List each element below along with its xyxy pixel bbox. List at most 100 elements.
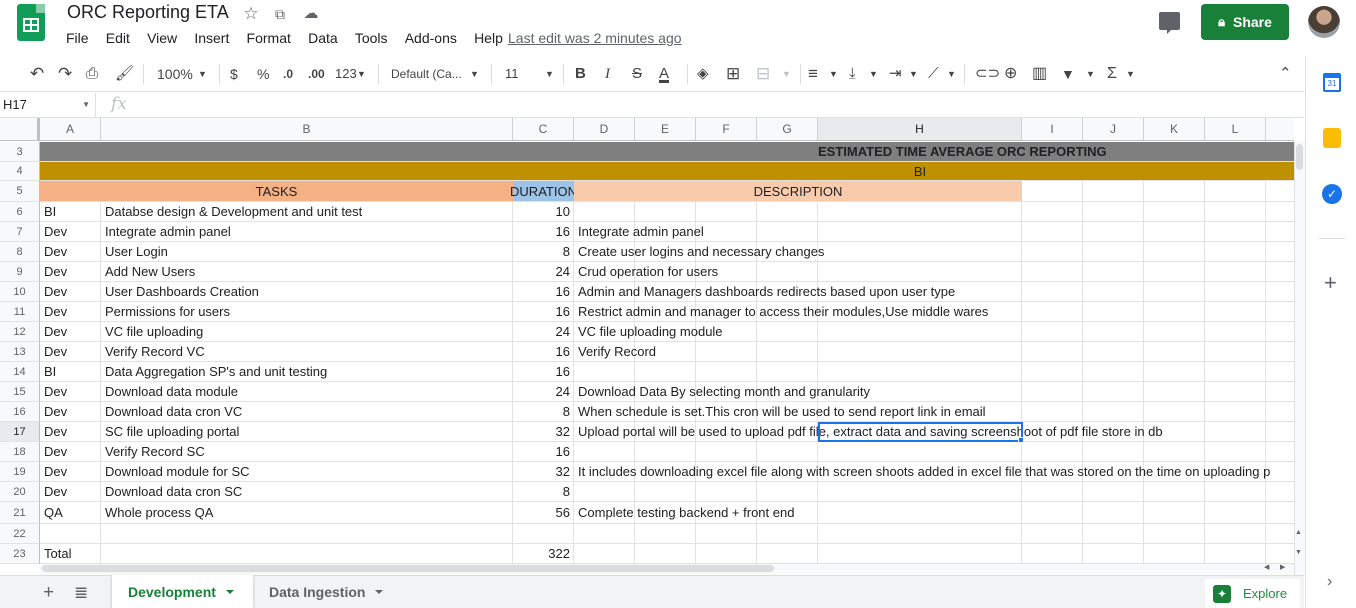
column-header-g[interactable]: G — [757, 118, 818, 140]
vertical-scroll-thumb[interactable] — [1296, 144, 1303, 170]
cell-duration[interactable]: 16 — [513, 442, 570, 461]
select-all-corner[interactable] — [0, 118, 40, 140]
cell-duration[interactable] — [513, 524, 570, 543]
cell-duration[interactable]: 56 — [513, 502, 570, 523]
cell-team[interactable]: QA — [44, 502, 99, 523]
vertical-scrollbar[interactable] — [1294, 141, 1305, 575]
cell-description[interactable]: Verify Record — [578, 342, 1294, 361]
zoom-select[interactable]: 100% — [157, 56, 193, 92]
cell-duration[interactable]: 8 — [513, 242, 570, 261]
horizontal-scroll-thumb[interactable] — [42, 565, 774, 572]
cell-description[interactable] — [578, 202, 1294, 221]
description-header[interactable]: DESCRIPTION — [574, 181, 1022, 201]
cell-task[interactable] — [105, 544, 511, 563]
row-header-12[interactable]: 12 — [0, 322, 40, 342]
menu-item-view[interactable]: View — [147, 30, 177, 46]
row-header-7[interactable]: 7 — [0, 222, 40, 242]
row-header-16[interactable]: 16 — [0, 402, 40, 422]
cell-task[interactable] — [105, 524, 511, 543]
tasks-header[interactable]: TASKS — [40, 181, 513, 201]
tab-menu-chevron-down-icon[interactable] — [375, 589, 384, 594]
more-formats-dropdown-icon[interactable]: ▼ — [357, 56, 366, 92]
row-header-17[interactable]: 17 — [0, 422, 40, 442]
cell-task[interactable]: Integrate admin panel — [105, 222, 511, 241]
row-header-22[interactable]: 22 — [0, 524, 40, 544]
cell-task[interactable]: SC file uploading portal — [105, 422, 511, 441]
cell-task[interactable]: Verify Record VC — [105, 342, 511, 361]
cell-duration[interactable]: 16 — [513, 362, 570, 381]
menu-item-insert[interactable]: Insert — [194, 30, 229, 46]
cell-description[interactable] — [578, 482, 1294, 501]
menu-item-file[interactable]: File — [66, 30, 89, 46]
cell-duration[interactable]: 8 — [513, 402, 570, 421]
cell-description[interactable]: Restrict admin and manager to access the… — [578, 302, 1294, 321]
insert-link-icon[interactable]: ⊂⊃ — [975, 56, 1000, 92]
fill-color-icon[interactable]: ◈ — [697, 56, 709, 92]
functions-button[interactable]: Σ — [1107, 56, 1117, 92]
column-header-j[interactable]: J — [1083, 118, 1144, 140]
star-icon[interactable]: ☆ — [242, 4, 260, 24]
column-header-a[interactable]: A — [40, 118, 101, 140]
cell-description[interactable] — [578, 362, 1294, 381]
cell-description[interactable]: Download Data By selecting month and gra… — [578, 382, 1294, 401]
row-header-9[interactable]: 9 — [0, 262, 40, 282]
comments-icon[interactable] — [1159, 12, 1180, 34]
add-sheet-icon[interactable]: + — [43, 582, 54, 604]
row-header-3[interactable]: 3 — [0, 142, 40, 162]
row-header-8[interactable]: 8 — [0, 242, 40, 262]
functions-dropdown-icon[interactable]: ▼ — [1126, 56, 1135, 92]
column-header-i[interactable]: I — [1022, 118, 1083, 140]
sheets-logo-icon[interactable] — [17, 4, 45, 41]
row-header-15[interactable]: 15 — [0, 382, 40, 402]
cell-team[interactable]: Dev — [44, 482, 99, 501]
collapse-toolbar-icon[interactable]: ⌃ — [1279, 56, 1292, 92]
row-header-19[interactable]: 19 — [0, 462, 40, 482]
row-header-10[interactable]: 10 — [0, 282, 40, 302]
row-header-20[interactable]: 20 — [0, 482, 40, 502]
font-family-select[interactable]: Default (Ca... — [391, 56, 462, 92]
column-header-d[interactable]: D — [574, 118, 635, 140]
undo-icon[interactable]: ↶ — [30, 56, 44, 92]
vertical-align-icon[interactable]: ⤓ — [849, 56, 856, 92]
cell-task[interactable]: VC file uploading — [105, 322, 511, 341]
merge-dropdown-icon[interactable]: ▼ — [782, 56, 791, 92]
tasks-icon[interactable]: ✓ — [1322, 184, 1342, 204]
duration-header[interactable]: DURATION — [510, 181, 577, 201]
avatar[interactable] — [1308, 6, 1340, 38]
column-header-l[interactable]: L — [1205, 118, 1266, 140]
cell-team[interactable]: Dev — [44, 402, 99, 421]
cell-task[interactable]: Verify Record SC — [105, 442, 511, 461]
keep-icon[interactable] — [1323, 128, 1341, 148]
column-header-h[interactable]: H — [818, 118, 1022, 140]
fill-handle[interactable] — [1018, 437, 1024, 443]
last-edit-link[interactable]: Last edit was 2 minutes ago — [508, 30, 682, 46]
horizontal-align-dropdown-icon[interactable]: ▼ — [829, 56, 838, 92]
cell-description[interactable]: Create user logins and necessary changes — [578, 242, 1294, 261]
cell-task[interactable]: Permissions for users — [105, 302, 511, 321]
font-dropdown-icon[interactable]: ▼ — [470, 56, 479, 92]
cloud-status-icon[interactable]: ☁ — [302, 4, 320, 22]
cell-team[interactable]: Dev — [44, 222, 99, 241]
text-rotation-dropdown-icon[interactable]: ▼ — [947, 56, 956, 92]
redo-icon[interactable]: ↷ — [58, 56, 72, 92]
font-size-select[interactable]: 11 — [505, 56, 519, 92]
insert-chart-icon[interactable]: ▥ — [1032, 56, 1047, 92]
column-header-k[interactable]: K — [1144, 118, 1205, 140]
row-header-6[interactable]: 6 — [0, 202, 40, 222]
cell-description[interactable]: It includes downloading excel file along… — [578, 462, 1294, 481]
name-box[interactable]: H17 ▼ — [0, 93, 96, 117]
calendar-icon[interactable]: 31 — [1323, 73, 1341, 92]
share-button[interactable]: 🔒︎ Share — [1201, 4, 1289, 40]
column-header-f[interactable]: F — [696, 118, 757, 140]
print-icon[interactable]: ⎙ — [86, 56, 98, 92]
vertical-align-dropdown-icon[interactable]: ▼ — [869, 56, 878, 92]
more-formats-button[interactable]: 123 — [335, 56, 357, 92]
paint-format-icon[interactable]: 🖌︎ — [115, 56, 134, 92]
tab-menu-chevron-down-icon[interactable] — [225, 589, 234, 594]
cell-description[interactable]: Admin and Managers dashboards redirects … — [578, 282, 1294, 301]
cell-task[interactable]: Whole process QA — [105, 502, 511, 523]
cell-task[interactable]: Add New Users — [105, 262, 511, 281]
text-rotation-icon[interactable]: ⟋ — [928, 56, 939, 92]
text-wrapping-dropdown-icon[interactable]: ▼ — [909, 56, 918, 92]
cell-task[interactable]: Databse design & Development and unit te… — [105, 202, 511, 221]
